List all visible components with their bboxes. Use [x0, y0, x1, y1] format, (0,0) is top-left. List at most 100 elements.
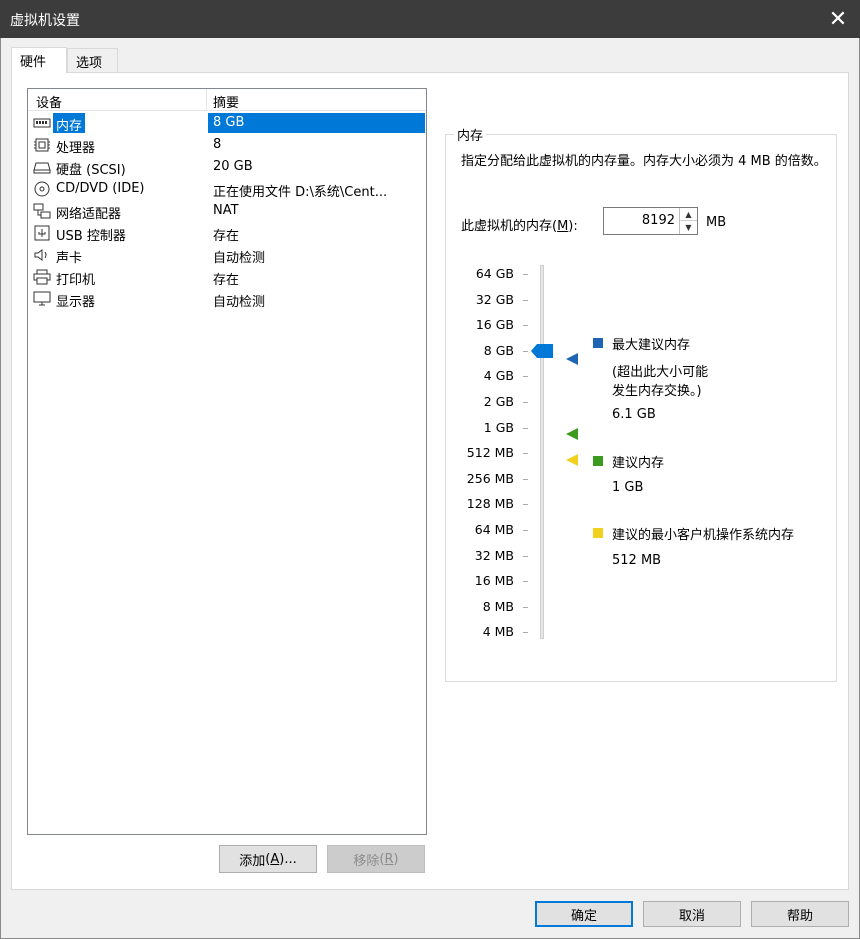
remove-button-paren-close: ): [393, 851, 399, 867]
recommended-marker-icon: [566, 428, 578, 440]
device-name: 硬盘 (SCSI): [56, 163, 126, 178]
scale-tick: [523, 376, 528, 378]
memory-slider-thumb[interactable]: [531, 344, 553, 358]
device-summary: 存在: [213, 273, 240, 287]
device-name: 声卡: [56, 251, 83, 266]
column-header-summary[interactable]: 摘要: [213, 92, 239, 111]
tab-options[interactable]: 选项: [67, 48, 118, 72]
device-row[interactable]: 显示器 自动检测: [28, 288, 426, 310]
memory-group: 内存 指定分配给此虚拟机的内存量。内存大小必须为 4 MB 的倍数。 此虚拟机的…: [445, 125, 837, 682]
ok-button[interactable]: 确定: [535, 901, 633, 927]
add-button-label: 添加: [239, 853, 266, 869]
device-name: 显示器: [56, 295, 96, 310]
scale-label: 16 MB: [474, 573, 514, 589]
usb-icon: [33, 225, 51, 241]
scale-label: 256 MB: [466, 470, 514, 486]
device-summary: 自动检测: [213, 295, 266, 309]
scale-tick: [523, 555, 528, 557]
device-name: 处理器: [56, 141, 96, 156]
speaker-icon: [33, 247, 51, 263]
cpu-icon: [33, 137, 51, 153]
scale-tick: [523, 581, 528, 583]
device-summary: 存在: [213, 229, 240, 243]
close-icon[interactable]: ✕: [816, 0, 860, 38]
device-row[interactable]: 网络适配器 NAT: [28, 200, 426, 222]
recommended-title: 建议内存: [612, 456, 665, 471]
memory-slider-track[interactable]: [540, 265, 544, 639]
device-row[interactable]: CD/DVD (IDE) 正在使用文件 D:\系统\Cent...: [28, 178, 426, 200]
device-list[interactable]: 设备 摘要 内存 8 GB 处理器 8 硬盘 (SCSI) 20 GB CD/DVD (ID…: [27, 88, 427, 835]
memory-description: 指定分配给此虚拟机的内存量。内存大小必须为 4 MB 的倍数。: [461, 154, 827, 169]
add-button-ellipsis: ...: [284, 851, 297, 867]
help-button[interactable]: 帮助: [751, 901, 849, 927]
hard-disk-icon: [33, 159, 51, 175]
memory-group-title: 内存: [454, 125, 487, 144]
window-title: 虚拟机设置: [10, 13, 80, 29]
scale-label: 8 MB: [482, 598, 514, 614]
device-row[interactable]: 声卡 自动检测: [28, 244, 426, 266]
scale-label: 32 GB: [475, 291, 514, 307]
remove-button[interactable]: 移除(R): [327, 845, 425, 873]
scale-tick: [523, 427, 528, 429]
max-recommended-title: 最大建议内存: [612, 338, 691, 353]
scale-label: 64 GB: [475, 266, 514, 281]
max-recommended-legend-icon: [593, 338, 603, 348]
scale-tick: [523, 325, 528, 327]
scale-label: 8 GB: [483, 342, 514, 358]
scale-tick: [523, 478, 528, 480]
device-row[interactable]: USB 控制器 存在: [28, 222, 426, 244]
add-button[interactable]: 添加(A)...: [219, 845, 317, 873]
scale-tick: [523, 402, 528, 403]
memory-input-mnemonic: M: [557, 219, 569, 234]
scale-label: 128 MB: [466, 496, 514, 512]
device-name: 网络适配器: [56, 207, 122, 222]
max-recommended-value: 6.1 GB: [612, 407, 656, 422]
scale-tick: [523, 504, 528, 506]
recommended-legend-icon: [593, 456, 603, 466]
device-name: CD/DVD (IDE): [56, 181, 145, 196]
spin-down-icon[interactable]: ▼: [680, 221, 697, 234]
tab-hardware-label: 硬件: [20, 55, 47, 70]
scale-label: 1 GB: [483, 419, 514, 435]
memory-size-spinbox[interactable]: 8192 ▲ ▼: [603, 207, 698, 235]
scale-tick: [523, 350, 528, 352]
network-adapter-icon: [33, 203, 51, 219]
memory-input-label-prefix: 此虚拟机的内存(: [461, 219, 558, 234]
scale-tick: [523, 632, 528, 634]
device-summary: 正在使用文件 D:\系统\Cent...: [213, 185, 388, 199]
memory-input-label-suffix: ):: [568, 219, 578, 234]
scale-tick: [523, 299, 528, 301]
device-summary: 20 GB: [213, 159, 253, 174]
device-row[interactable]: 处理器 8: [28, 134, 426, 156]
memory-spin-buttons: ▲ ▼: [679, 208, 697, 234]
device-summary: 8 GB: [208, 113, 425, 133]
device-name: 打印机: [56, 273, 96, 288]
dialog-body: 硬件 选项 设备 摘要 内存 8 GB 处理器 8 硬盘 (SCSI) 20 GB CD/D…: [0, 38, 860, 939]
device-row[interactable]: 硬盘 (SCSI) 20 GB: [28, 156, 426, 178]
tab-hardware[interactable]: 硬件: [11, 47, 67, 73]
column-header-device[interactable]: 设备: [36, 92, 62, 111]
cancel-button[interactable]: 取消: [643, 901, 741, 927]
min-recommended-title: 建议的最小客户机操作系统内存: [612, 528, 795, 543]
tab-options-label: 选项: [76, 56, 103, 71]
scale-tick: [523, 453, 528, 455]
column-separator[interactable]: [206, 89, 207, 111]
scale-label: 512 MB: [466, 445, 514, 461]
scale-label: 16 GB: [475, 317, 514, 333]
scale-label: 4 MB: [482, 624, 514, 640]
device-row[interactable]: 打印机 存在: [28, 266, 426, 288]
cd-dvd-icon: [33, 181, 51, 197]
scale-label: 64 MB: [474, 522, 514, 537]
scale-label: 32 MB: [474, 547, 514, 563]
device-name: USB 控制器: [56, 229, 126, 244]
hardware-tab-panel: 设备 摘要 内存 8 GB 处理器 8 硬盘 (SCSI) 20 GB CD/DVD (ID…: [11, 72, 849, 890]
min-recommended-value: 512 MB: [612, 553, 662, 568]
scale-tick: [523, 274, 528, 275]
min-recommended-marker-icon: [566, 454, 578, 466]
printer-icon: [33, 269, 51, 285]
scale-tick: [523, 530, 528, 531]
spin-up-icon[interactable]: ▲: [680, 208, 697, 221]
memory-size-value[interactable]: 8192: [642, 213, 675, 228]
device-row[interactable]: 内存 8 GB: [28, 112, 426, 134]
scale-label: 2 GB: [483, 394, 514, 409]
